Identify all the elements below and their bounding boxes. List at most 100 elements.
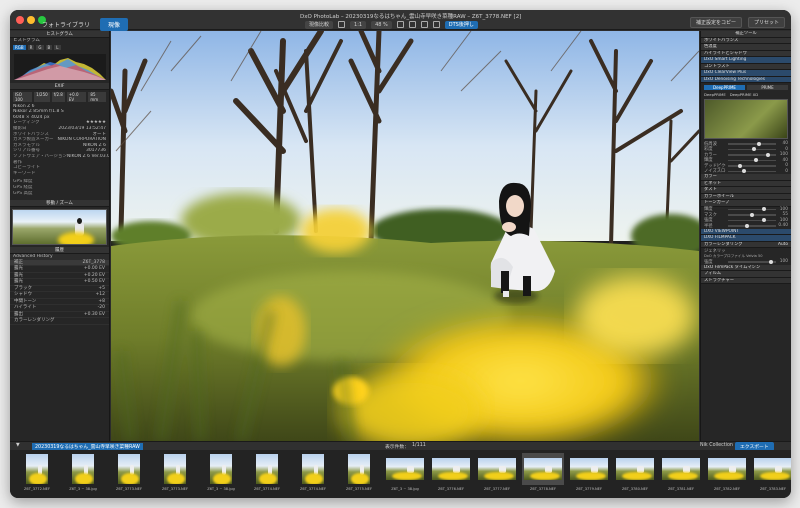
- denoise-mode-prime[interactable]: PRIME: [747, 85, 788, 90]
- filmstrip-thumbnail[interactable]: Z6T_3774.NEF: [292, 453, 334, 495]
- slider-track[interactable]: [728, 207, 776, 211]
- history-item[interactable]: カラーレンダリング: [10, 318, 109, 325]
- filmstrip-thumbnail[interactable]: Z6T_3773.NEF: [108, 453, 150, 495]
- image-toolbar: 現像比較 1:1 48 % DTS後押し: [305, 20, 478, 29]
- color-rendering-value: Auto: [778, 241, 788, 247]
- title-bar: フォトライブラリ 現像 DxO PhotoLab – 20230319なるはちゃ…: [10, 10, 791, 31]
- nik-collection-button[interactable]: Nik Collection: [700, 443, 733, 448]
- filmstrip-thumbnail[interactable]: Z6T_3 ~ 38.jpg: [200, 453, 242, 495]
- preset-button[interactable]: プリセット: [747, 17, 785, 28]
- slider-track[interactable]: [728, 169, 776, 173]
- crop-icon[interactable]: [338, 21, 346, 28]
- slider-track[interactable]: [728, 218, 776, 222]
- main-image-viewer[interactable]: [108, 28, 711, 451]
- history-item-value: +0.00 EV: [83, 266, 105, 272]
- filmstrip: Z6T_3772.NEF Z6T_3 ~ 38.jpg Z6T_3773.NEF Z6…: [10, 450, 791, 498]
- filmstrip-thumbnail[interactable]: Z6T_3782.NEF: [706, 453, 748, 495]
- filmstrip-thumbnail[interactable]: Z6T_3778.NEF: [522, 453, 564, 495]
- filmstrip-thumbnail[interactable]: Z6T_3783.NEF: [752, 453, 791, 495]
- zoom-level[interactable]: 48 %: [371, 20, 392, 29]
- right-panel: 補正ツール ホワイトバランス 色温度 ハイライトとシャドウ DxO Smart Lig…: [700, 31, 791, 441]
- slider-knob[interactable]: [749, 212, 754, 217]
- slider-knob[interactable]: [742, 169, 747, 173]
- slider-track[interactable]: [728, 158, 776, 162]
- thumbnail-name: Z6T_3780.NEF: [621, 487, 649, 491]
- exif-table: レーティング ★★★★★ 撮影日 2023/03/19 13:52:47 ホワイトバラン…: [10, 120, 109, 176]
- filmstrip-thumbnail[interactable]: Z6T_3780.NEF: [614, 453, 656, 495]
- ratio-button[interactable]: 1:1: [350, 20, 367, 29]
- channel-l[interactable]: L: [54, 44, 61, 50]
- filmstrip-thumbnail[interactable]: Z6T_3775.NEF: [338, 453, 380, 495]
- eyedropper-icon[interactable]: [408, 21, 416, 28]
- thumbnail-name: Z6T_3782.NEF: [713, 487, 741, 491]
- thumbnail-image: [72, 454, 94, 484]
- footer-section[interactable]: ストラクチャー: [701, 277, 791, 284]
- filmstrip-thumbnail[interactable]: Z6T_3777.NEF: [476, 453, 518, 495]
- denoise-mode-deepprime[interactable]: DeepPRIME: [704, 85, 745, 90]
- window-title: DxO PhotoLab – 20230319なるはちゃん_雲山寺早咲き菜種RA…: [300, 14, 522, 20]
- channel-g[interactable]: G: [36, 44, 44, 50]
- more-sections: カラー ビネット ダスト カラーホイール トーンカーブ: [701, 174, 791, 207]
- app-window: フォトライブラリ 現像 DxO PhotoLab – 20230319なるはちゃ…: [10, 10, 791, 498]
- filmstrip-thumbnail[interactable]: Z6T_3 ~ 38.jpg: [62, 453, 104, 495]
- compare-button[interactable]: 現像比較: [305, 20, 334, 29]
- repair-icon[interactable]: [420, 21, 428, 28]
- slider-track[interactable]: [728, 223, 776, 228]
- history-header[interactable]: 履歴: [10, 247, 109, 255]
- folder-path[interactable]: 20230319なるはちゃん_雲山寺早咲き菜種RAW: [32, 443, 143, 450]
- straighten-icon[interactable]: [396, 21, 404, 28]
- slider-track[interactable]: [728, 141, 776, 146]
- slider-track[interactable]: [728, 147, 776, 151]
- export-assist-button[interactable]: DTS後押し: [444, 20, 478, 29]
- thumbnail-frame: [430, 453, 472, 485]
- thumbnail-image: [256, 454, 278, 484]
- slider-track[interactable]: [728, 152, 776, 157]
- slider-knob[interactable]: [754, 158, 759, 162]
- thumbnail-name: Z6T_3783.NEF: [759, 487, 787, 491]
- slider-track[interactable]: [728, 212, 776, 217]
- navigator-thumbnail[interactable]: [12, 209, 107, 246]
- channel-rgb[interactable]: RGB: [13, 44, 26, 50]
- thumbnail-name: Z6T_3 ~ 38.jpg: [69, 487, 97, 491]
- thumbnail-image: [26, 454, 48, 484]
- copy-settings-button[interactable]: 補正設定をコピー: [689, 17, 742, 28]
- thumbnail-frame: [108, 453, 150, 485]
- gps-alt: GPS 高度: [10, 191, 109, 197]
- filmstrip-thumbnail[interactable]: Z6T_3773.NEF: [154, 453, 196, 495]
- thumbnail-image: [662, 458, 700, 480]
- channel-r[interactable]: R: [27, 44, 35, 50]
- slider-knob[interactable]: [744, 223, 749, 228]
- tab-photo-library[interactable]: フォトライブラリ: [34, 18, 98, 31]
- denoise-option-deepprimexd[interactable]: DeepPRIME XD: [730, 92, 758, 97]
- filter-icon[interactable]: ▼: [16, 443, 20, 448]
- history-item-value: Z6T_3778: [82, 259, 105, 265]
- slider-knob[interactable]: [761, 207, 766, 211]
- thumbnail-name: Z6T_3779.NEF: [575, 487, 603, 491]
- filmstrip-thumbnail[interactable]: Z6T_3776.NEF: [430, 453, 472, 495]
- filmstrip-thumbnail[interactable]: Z6T_3781.NEF: [660, 453, 702, 495]
- navigator-header[interactable]: 移動 / ズーム: [10, 200, 109, 208]
- slider-knob[interactable]: [761, 218, 766, 222]
- rendering-intensity-track[interactable]: [728, 259, 776, 264]
- slider-track[interactable]: [728, 163, 776, 168]
- slider-knob[interactable]: [737, 163, 742, 168]
- thumbnail-frame: [16, 453, 58, 485]
- history-item-label: シャドウ: [14, 292, 32, 298]
- channel-b[interactable]: B: [45, 44, 53, 50]
- tab-develop[interactable]: 現像: [100, 18, 129, 31]
- slider-knob[interactable]: [752, 147, 756, 151]
- exif-header[interactable]: EXIF: [10, 82, 109, 90]
- close-window-icon[interactable]: [16, 16, 24, 24]
- filmstrip-thumbnail[interactable]: Z6T_3772.NEF: [16, 453, 58, 495]
- histogram-header[interactable]: ヒストグラム: [10, 31, 109, 38]
- filmstrip-thumbnail[interactable]: Z6T_3774.NEF: [246, 453, 288, 495]
- filmstrip-thumbnail[interactable]: Z6T_3 ~ 38.jpg: [384, 453, 426, 495]
- slider-knob[interactable]: [756, 141, 761, 146]
- filmstrip-thumbnail[interactable]: Z6T_3779.NEF: [568, 453, 610, 495]
- rendering-intensity-knob[interactable]: [768, 259, 773, 264]
- denoise-option-deepprime[interactable]: DeepPRIME: [704, 92, 726, 97]
- history-item-value: +0.50 EV: [83, 279, 105, 285]
- slider-knob[interactable]: [766, 152, 771, 157]
- local-adjust-icon[interactable]: [432, 21, 440, 28]
- thumbnail-image: [386, 458, 424, 480]
